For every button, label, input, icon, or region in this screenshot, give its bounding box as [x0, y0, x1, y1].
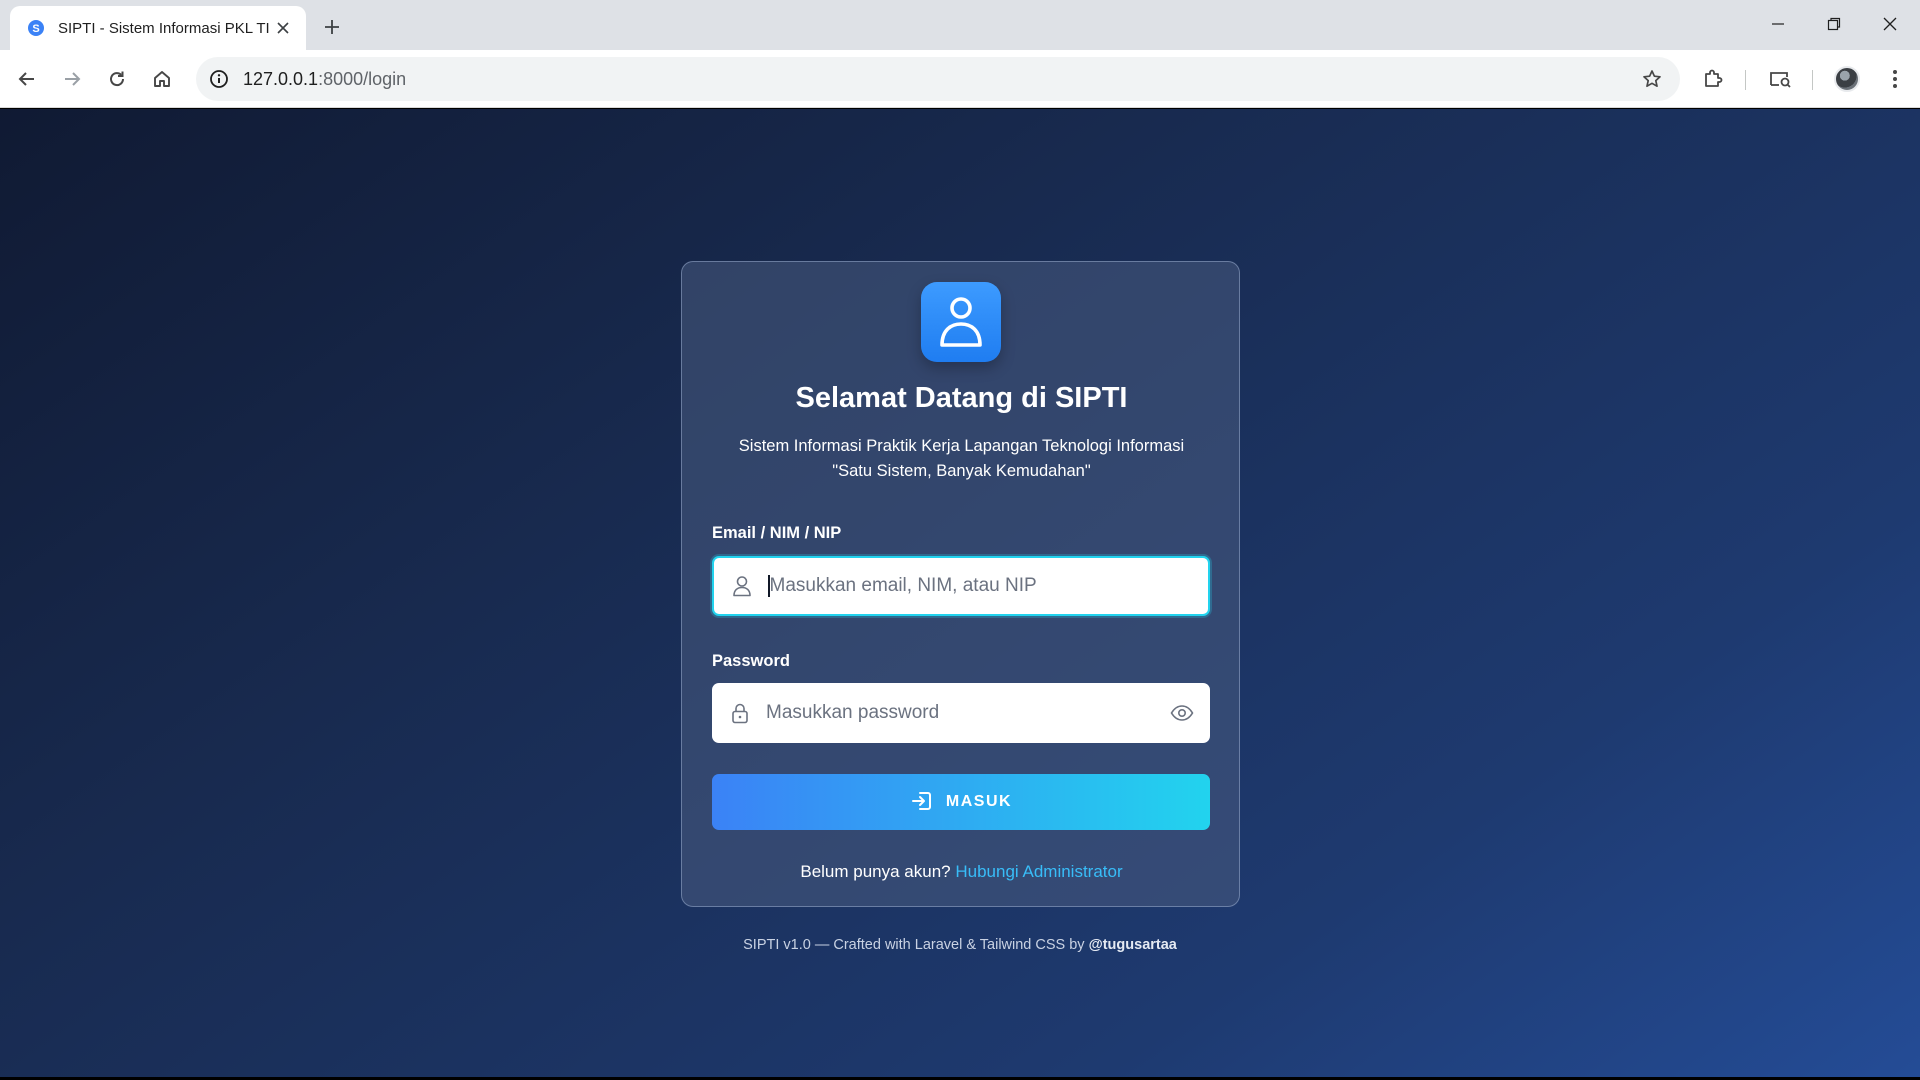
password-field[interactable] — [712, 683, 1210, 743]
info-icon[interactable] — [199, 59, 239, 99]
user-icon — [730, 574, 754, 598]
login-button-label: MASUK — [945, 793, 1013, 810]
tab-title: SIPTI - Sistem Informasi PKL TI — [58, 19, 270, 37]
user-logo-icon — [921, 282, 1001, 362]
toolbar-separator — [1812, 70, 1813, 90]
toolbar-separator — [1745, 70, 1746, 90]
subtitle-line: Sistem Informasi Praktik Kerja Lapangan … — [738, 437, 1185, 455]
login-card: Selamat Datang di SIPTI Sistem Informasi… — [681, 261, 1240, 907]
page-title: Selamat Datang di SIPTI — [795, 382, 1128, 414]
plus-icon[interactable] — [318, 13, 346, 41]
subtitle: Sistem Informasi Praktik Kerja Lapangan … — [682, 434, 1241, 484]
register-prompt-text: Belum punya akun? — [800, 862, 951, 881]
identifier-input[interactable] — [769, 566, 1208, 606]
favicon-icon: S — [26, 18, 46, 38]
footer-author[interactable]: @tugusartaa — [1089, 937, 1177, 953]
address-bar[interactable]: 127.0.0.1:8000/login — [196, 57, 1680, 101]
star-icon[interactable] — [1634, 61, 1670, 97]
svg-text:S: S — [32, 23, 39, 35]
close-icon[interactable] — [1862, 0, 1918, 48]
login-button[interactable]: MASUK — [712, 774, 1210, 830]
identifier-label: Email / NIM / NIP — [712, 524, 842, 542]
restore-icon[interactable] — [1806, 0, 1862, 48]
tab-strip: S SIPTI - Sistem Informasi PKL TI — [0, 0, 1920, 50]
password-label: Password — [712, 652, 790, 670]
extensions-icon[interactable] — [1695, 61, 1731, 97]
lock-icon — [728, 701, 752, 725]
contact-admin-link[interactable]: Hubungi Administrator — [955, 862, 1122, 881]
eye-icon[interactable] — [1169, 700, 1195, 726]
url-text: 127.0.0.1:8000/login — [243, 68, 407, 89]
identifier-field[interactable] — [712, 556, 1210, 616]
password-input[interactable] — [766, 693, 1169, 733]
avatar[interactable] — [1834, 66, 1860, 92]
minimize-icon[interactable] — [1750, 0, 1806, 48]
reload-icon[interactable] — [99, 61, 135, 97]
back-icon[interactable] — [9, 61, 45, 97]
register-prompt: Belum punya akun? Hubungi Administrator — [682, 862, 1241, 882]
tagline: "Satu Sistem, Banyak Kemudahan" — [832, 462, 1091, 480]
media-router-icon[interactable] — [1762, 61, 1798, 97]
footer: SIPTI v1.0 — Crafted with Laravel & Tail… — [0, 937, 1920, 953]
forward-icon[interactable] — [54, 61, 90, 97]
menu-icon[interactable] — [1877, 61, 1913, 97]
footer-text: SIPTI v1.0 — Crafted with Laravel & Tail… — [743, 937, 1085, 953]
close-icon[interactable] — [272, 17, 294, 39]
browser-toolbar: 127.0.0.1:8000/login — [0, 50, 1920, 108]
page-background: Selamat Datang di SIPTI Sistem Informasi… — [0, 109, 1920, 1077]
home-icon[interactable] — [144, 61, 180, 97]
login-icon — [910, 789, 934, 816]
browser-tab[interactable]: S SIPTI - Sistem Informasi PKL TI — [10, 6, 306, 50]
